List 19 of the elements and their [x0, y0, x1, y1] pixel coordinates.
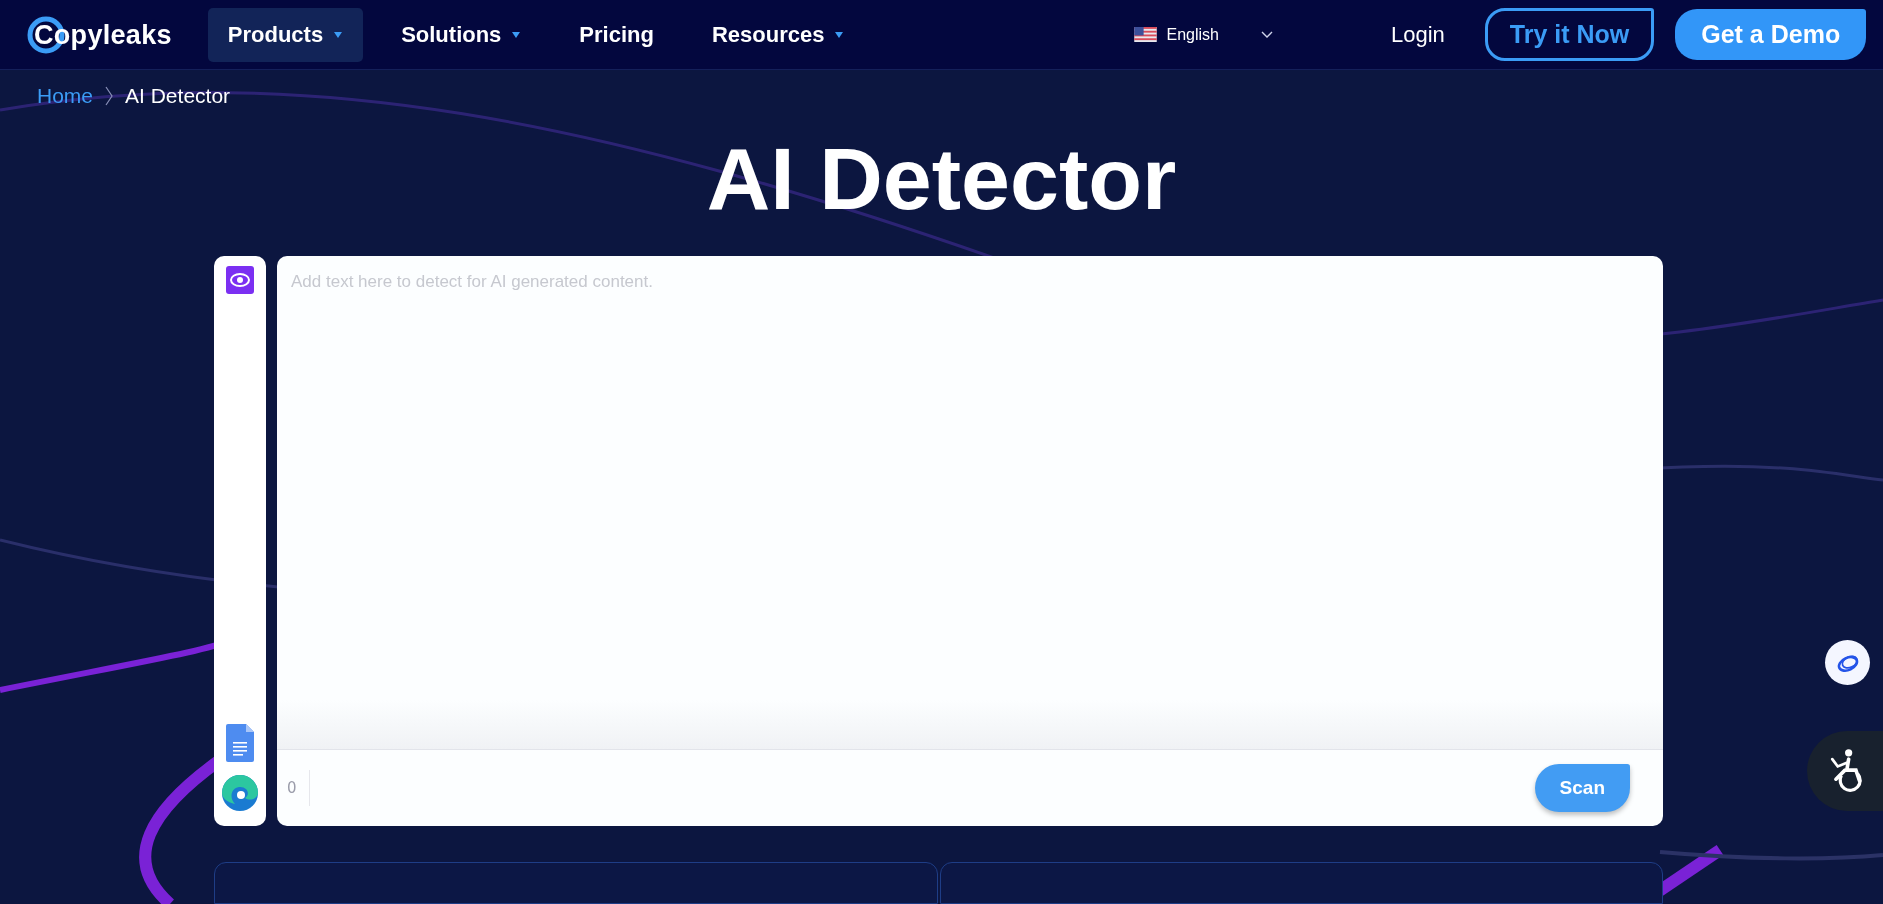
chevron-down-icon[interactable]: [1260, 30, 1273, 39]
word-count: 0: [287, 779, 297, 797]
try-it-now-button[interactable]: Try it Now: [1484, 8, 1655, 61]
login-link[interactable]: Login: [1390, 21, 1445, 48]
eye-icon[interactable]: [226, 265, 254, 294]
page-title: AI Detector: [705, 128, 1178, 230]
nav-menu-item[interactable]: Products: [207, 7, 364, 62]
breadcrumb-current: AI Detector: [125, 84, 231, 108]
document-icon[interactable]: [226, 724, 254, 762]
accessibility-button[interactable]: [1807, 731, 1883, 811]
browser-swirl-icon[interactable]: [221, 774, 259, 812]
nav-menu-item[interactable]: Resources: [691, 7, 865, 62]
nav-menu-item[interactable]: Pricing: [559, 7, 674, 62]
language-selector[interactable]: English: [1166, 25, 1219, 44]
assistant-button[interactable]: [1825, 640, 1870, 685]
breadcrumb-link[interactable]: Home: [37, 84, 94, 108]
us-flag-icon: [1134, 27, 1158, 42]
chevron-right-icon: [105, 86, 114, 106]
nav-menu-item[interactable]: Solutions: [381, 7, 542, 62]
